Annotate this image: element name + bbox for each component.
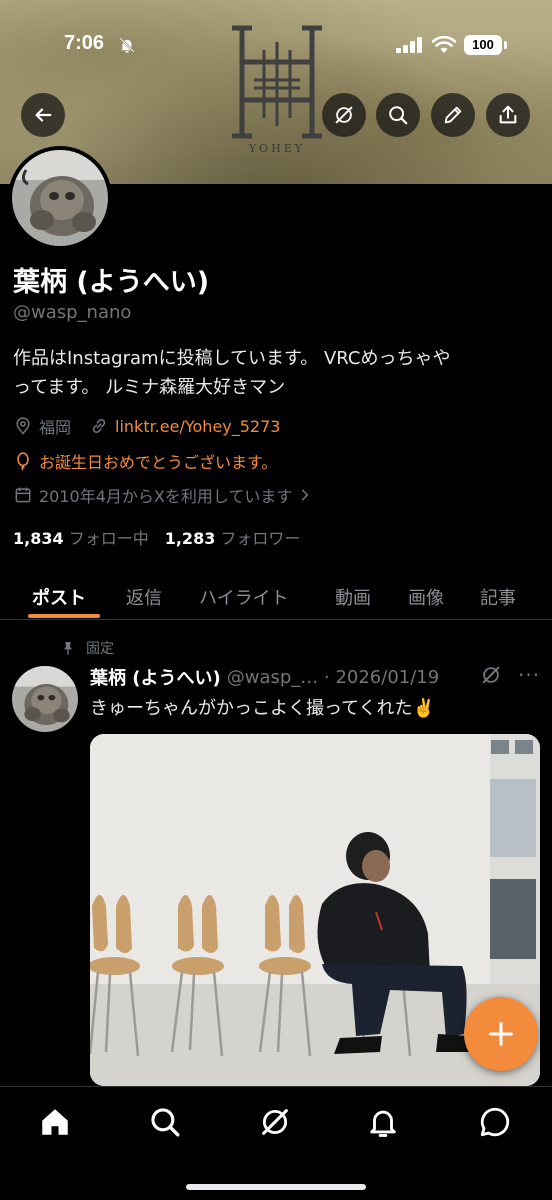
- avatar-image: [12, 150, 108, 246]
- location-pin-icon: [16, 417, 30, 435]
- bottom-navigation: [0, 1086, 552, 1200]
- back-button[interactable]: [21, 93, 65, 137]
- profile-avatar[interactable]: [8, 146, 112, 250]
- avatar-image: [12, 666, 78, 732]
- following-label: フォロー中: [68, 529, 149, 548]
- profile-location: 福岡: [39, 418, 72, 437]
- search-button[interactable]: [376, 93, 420, 137]
- pinned-label: 固定: [60, 638, 114, 658]
- status-time: 7:06: [64, 32, 105, 54]
- share-icon: [499, 105, 517, 124]
- calendar-icon: [15, 487, 31, 503]
- edit-button[interactable]: [431, 93, 475, 137]
- profile-meta-joined[interactable]: 2010年4月からXを利用しています: [13, 483, 318, 507]
- followers-link[interactable]: 1,283 フォロワー: [165, 525, 301, 549]
- grok-icon: [335, 106, 353, 124]
- post-author-avatar[interactable]: [12, 666, 78, 732]
- chevron-right-icon: [302, 489, 309, 501]
- bell-icon[interactable]: [366, 1105, 400, 1139]
- link-icon: [92, 418, 106, 434]
- pin-icon: [64, 642, 72, 655]
- following-link[interactable]: 1,834 フォロー中: [13, 525, 149, 549]
- grok-icon[interactable]: [258, 1105, 292, 1139]
- status-bar: 7:06 100: [0, 0, 552, 90]
- tab-videos[interactable]: 動画: [335, 574, 371, 620]
- post-text: きゅーちゃんがかっこよく撮ってくれた✌️: [90, 698, 435, 719]
- grok-button[interactable]: [322, 93, 366, 137]
- compose-button[interactable]: [464, 997, 538, 1071]
- post-header: 葉柄 (ようへい) @wasp_… · 2026/01/19: [90, 664, 540, 690]
- home-indicator: [186, 1184, 366, 1190]
- search-icon: [389, 106, 408, 125]
- tabs-divider: [0, 619, 552, 620]
- profile-bio: 作品はInstagramに投稿しています。 VRCめっちゃや ってます。 ルミナ…: [13, 344, 533, 402]
- profile-meta-birthday: お誕生日おめでとうございます。: [13, 449, 277, 473]
- follow-stats: 1,834 フォロー中 1,283 フォロワー: [13, 525, 300, 549]
- post-author-name[interactable]: 葉柄 (ようへい): [90, 664, 221, 690]
- pencil-icon: [444, 106, 462, 124]
- bio-line: ってます。 ルミナ森羅大好きマン: [13, 377, 286, 398]
- banner-logo-text: YOHEY: [248, 142, 306, 155]
- profile-display-name: 葉柄 (ようへい): [13, 267, 210, 298]
- post-author-meta: @wasp_… · 2026/01/19: [226, 666, 440, 688]
- followers-count: 1,283: [164, 529, 216, 548]
- balloon-icon: [17, 452, 29, 471]
- plus-icon: [488, 1021, 514, 1047]
- profile-birthday: お誕生日おめでとうございます。: [39, 453, 278, 472]
- tab-images[interactable]: 画像: [408, 574, 444, 620]
- cell-signal-icon: [396, 37, 422, 53]
- profile-meta-location-link: 福岡 linktr.ee/Yohey_5273: [13, 414, 280, 438]
- battery-tip: [504, 41, 507, 49]
- tab-replies[interactable]: 返信: [126, 574, 162, 620]
- profile-link[interactable]: linktr.ee/Yohey_5273: [115, 417, 280, 436]
- bio-line: 作品はInstagramに投稿しています。 VRCめっちゃや: [13, 348, 451, 369]
- arrow-left-icon: [35, 108, 52, 122]
- tab-highlights[interactable]: ハイライト: [199, 574, 289, 620]
- search-icon[interactable]: [148, 1105, 182, 1139]
- bell-off-icon: [119, 37, 135, 53]
- share-button[interactable]: [486, 93, 530, 137]
- pinned-text: 固定: [86, 641, 114, 657]
- followers-label: フォロワー: [220, 529, 301, 548]
- post-more-button[interactable]: ···: [518, 663, 540, 687]
- wifi-icon: [432, 36, 456, 53]
- home-icon[interactable]: [38, 1105, 72, 1139]
- profile-handle: @wasp_nano: [13, 302, 132, 323]
- active-tab-indicator: [28, 614, 100, 618]
- battery-indicator: 100: [464, 35, 502, 55]
- profile-joined: 2010年4月からXを利用しています: [39, 487, 293, 506]
- tab-articles[interactable]: 記事: [480, 574, 516, 620]
- grok-icon[interactable]: [480, 664, 502, 686]
- profile-tabs: ポスト 返信 ハイライト 動画 画像 記事: [0, 566, 552, 618]
- chat-icon[interactable]: [478, 1105, 512, 1139]
- following-count: 1,834: [13, 529, 64, 548]
